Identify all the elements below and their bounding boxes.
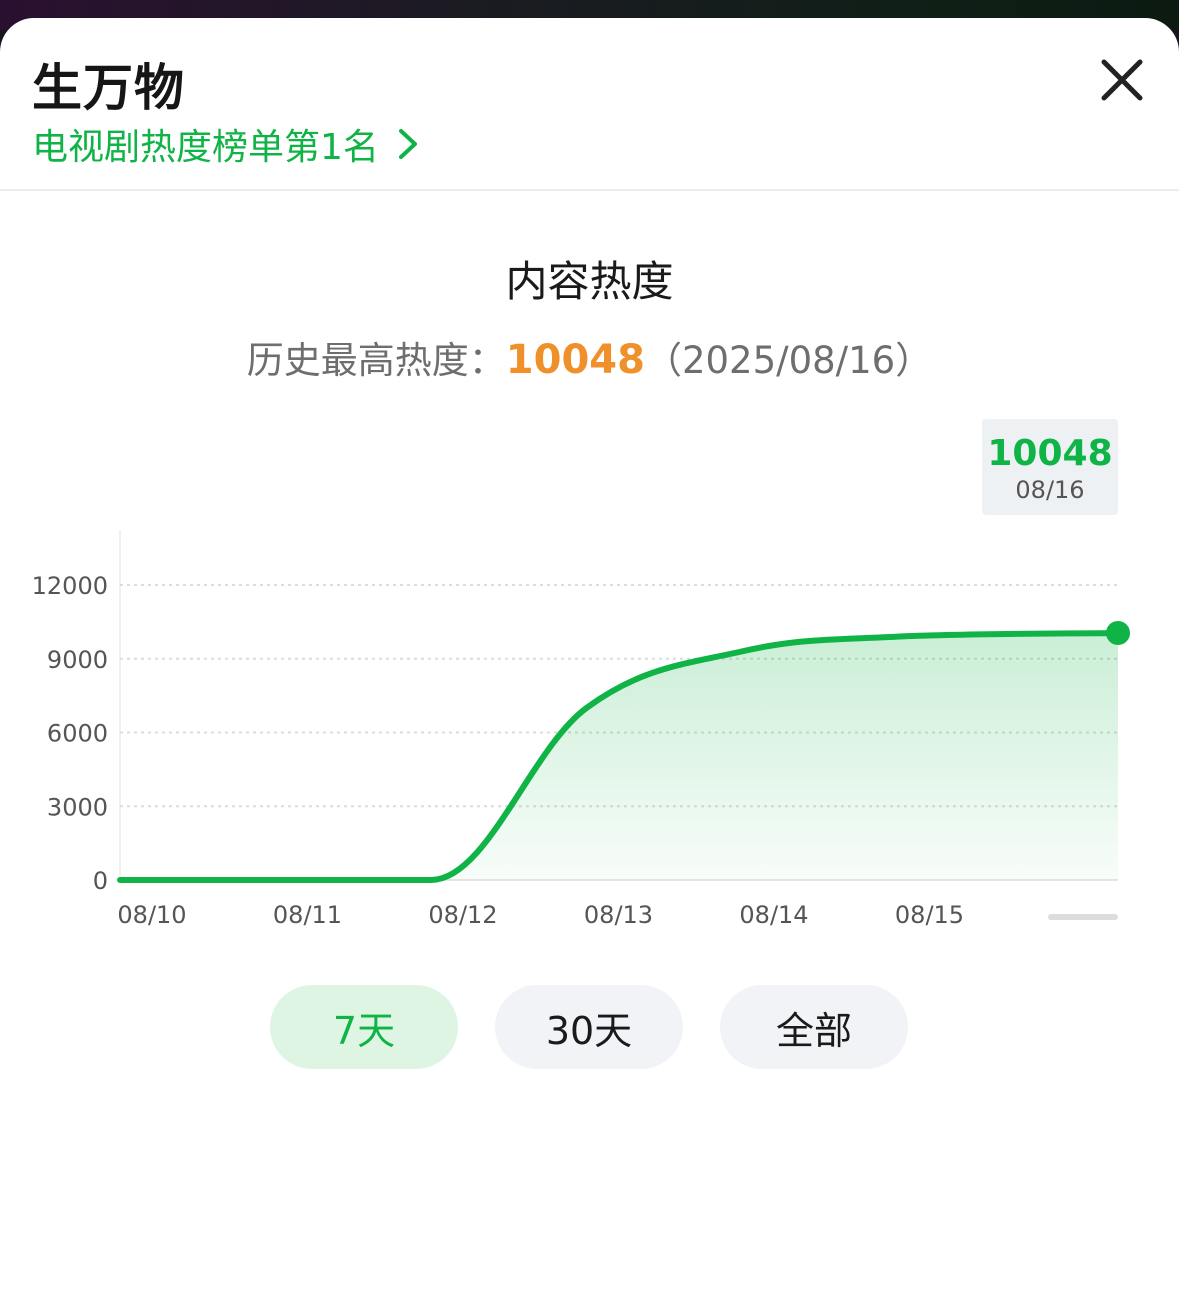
x-tick-label: 08/11 bbox=[273, 901, 342, 929]
y-tick-label: 0 bbox=[93, 867, 108, 895]
x-tick-label: 08/15 bbox=[895, 901, 964, 929]
range-7d-button[interactable]: 7天 bbox=[270, 985, 458, 1069]
range-all-button[interactable]: 全部 bbox=[720, 985, 908, 1069]
x-tick-label: 08/14 bbox=[739, 901, 808, 929]
x-tick-fade bbox=[1048, 914, 1118, 920]
series-area bbox=[120, 632, 1118, 880]
range-30d-button[interactable]: 30天 bbox=[495, 985, 683, 1069]
y-tick-label: 12000 bbox=[32, 572, 108, 600]
x-tick-label: 08/10 bbox=[117, 901, 186, 929]
chart-tooltip: 10048 08/16 bbox=[982, 419, 1118, 515]
y-tick-label: 9000 bbox=[47, 646, 108, 674]
y-tick-label: 6000 bbox=[47, 720, 108, 748]
tooltip-value: 10048 bbox=[987, 433, 1113, 474]
y-tick-label: 3000 bbox=[47, 793, 108, 821]
highlight-point[interactable] bbox=[1106, 620, 1130, 645]
x-tick-label: 08/13 bbox=[584, 901, 653, 929]
tooltip-date: 08/16 bbox=[1015, 476, 1085, 504]
x-tick-label: 08/12 bbox=[428, 901, 497, 929]
